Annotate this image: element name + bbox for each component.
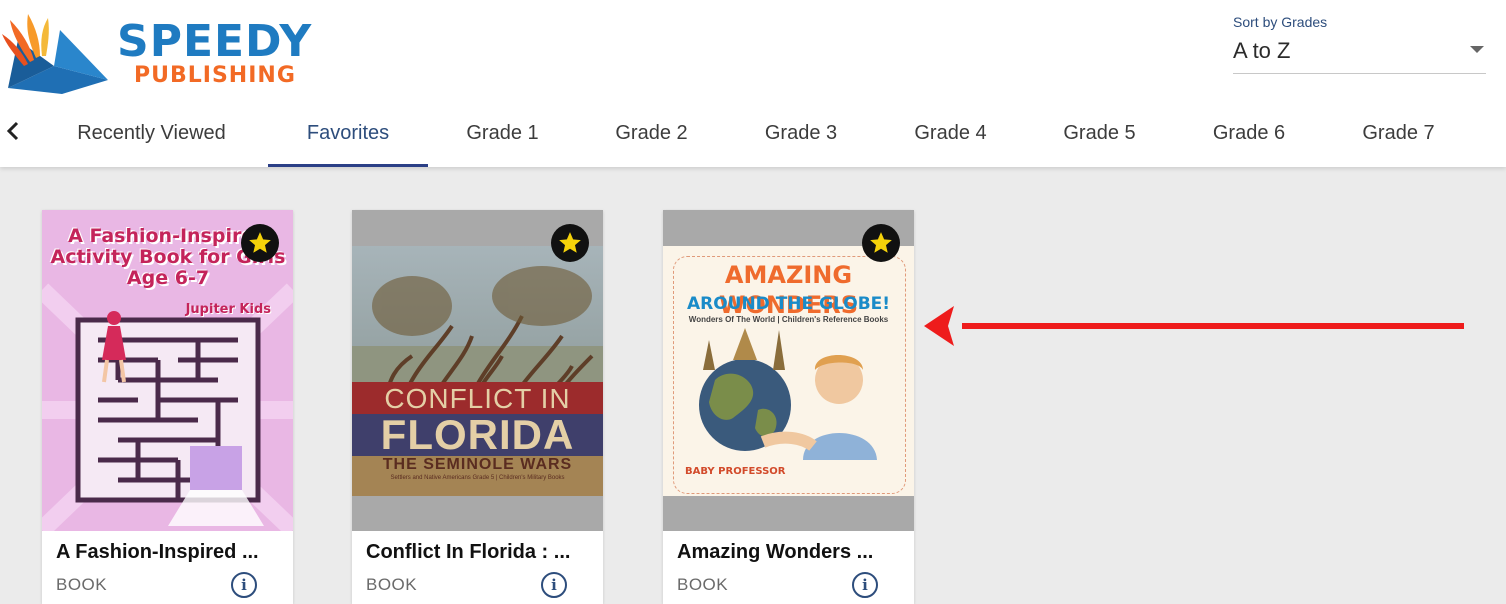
tab-grade-2[interactable]: Grade 2 — [577, 100, 726, 167]
book-card[interactable]: AMAZING WONDERS AROUND THE GLOBE! Wonder… — [663, 210, 914, 604]
star-icon — [559, 232, 581, 253]
cover-publisher: BABY PROFESSOR — [685, 466, 786, 477]
sort-selected-value: A to Z — [1233, 38, 1291, 63]
book-cover[interactable]: AMAZING WONDERS AROUND THE GLOBE! Wonder… — [663, 210, 914, 531]
star-icon — [870, 232, 892, 253]
book-title[interactable]: A Fashion-Inspired ... — [56, 541, 259, 564]
info-icon[interactable]: i — [852, 572, 878, 598]
info-icon[interactable]: i — [541, 572, 567, 598]
favorite-star-button[interactable] — [241, 224, 279, 262]
book-cover[interactable]: A Fashion-Inspired Activity Book for Gir… — [42, 210, 293, 531]
cover-title-line2: FLORIDA — [380, 411, 575, 458]
red-arrow-annotation-icon — [924, 306, 1464, 346]
cover-tagline: Settlers and Native Americans Grade 5 | … — [390, 475, 565, 481]
grade-tabs: Recently Viewed Favorites Grade 1 Grade … — [35, 100, 1473, 167]
book-logo-icon — [2, 14, 108, 94]
favorite-star-button[interactable] — [862, 224, 900, 262]
caret-down-icon — [1470, 46, 1484, 53]
tab-grade-5[interactable]: Grade 5 — [1025, 100, 1174, 167]
tab-grade-4[interactable]: Grade 4 — [876, 100, 1025, 167]
book-type: BOOK — [56, 575, 108, 594]
tab-grade-1[interactable]: Grade 1 — [428, 100, 577, 167]
book-card[interactable]: A Fashion-Inspired Activity Book for Gir… — [42, 210, 293, 604]
book-cover[interactable]: CONFLICT IN FLORIDA THE SEMINOLE WARS Se… — [352, 210, 603, 531]
star-icon — [249, 232, 271, 253]
cover-title-line2: AROUND THE GLOBE! — [686, 294, 891, 314]
sort-dropdown[interactable]: Sort by Grades A to Z — [1233, 12, 1486, 74]
sort-label: Sort by Grades — [1233, 14, 1328, 30]
tab-favorites[interactable]: Favorites — [268, 100, 428, 167]
book-type: BOOK — [366, 575, 418, 594]
chevron-left-icon — [6, 121, 19, 141]
brand-name-line2: PUBLISHING — [134, 63, 296, 88]
info-icon[interactable]: i — [231, 572, 257, 598]
cover-subtitle: THE SEMINOLE WARS — [382, 456, 573, 473]
app-header: SPEEDY PUBLISHING Sort by Grades A to Z … — [0, 0, 1506, 167]
book-title[interactable]: Amazing Wonders ... — [677, 541, 873, 564]
tab-grade-6[interactable]: Grade 6 — [1174, 100, 1324, 167]
tab-recently-viewed[interactable]: Recently Viewed — [35, 100, 268, 167]
scroll-tabs-back-button[interactable] — [0, 113, 26, 149]
brand-logo[interactable]: SPEEDY PUBLISHING — [0, 10, 330, 95]
cover-subtitle: Wonders Of The World | Children's Refere… — [688, 315, 889, 324]
tab-grade-3[interactable]: Grade 3 — [726, 100, 876, 167]
tab-grade-7[interactable]: Grade 7 — [1324, 100, 1473, 167]
favorite-star-button[interactable] — [551, 224, 589, 262]
cover-publisher: Jupiter Kids — [185, 302, 271, 317]
book-card[interactable]: CONFLICT IN FLORIDA THE SEMINOLE WARS Se… — [352, 210, 603, 604]
book-title[interactable]: Conflict In Florida : ... — [366, 541, 570, 564]
book-type: BOOK — [677, 575, 729, 594]
brand-name-line1: SPEEDY — [117, 16, 313, 67]
